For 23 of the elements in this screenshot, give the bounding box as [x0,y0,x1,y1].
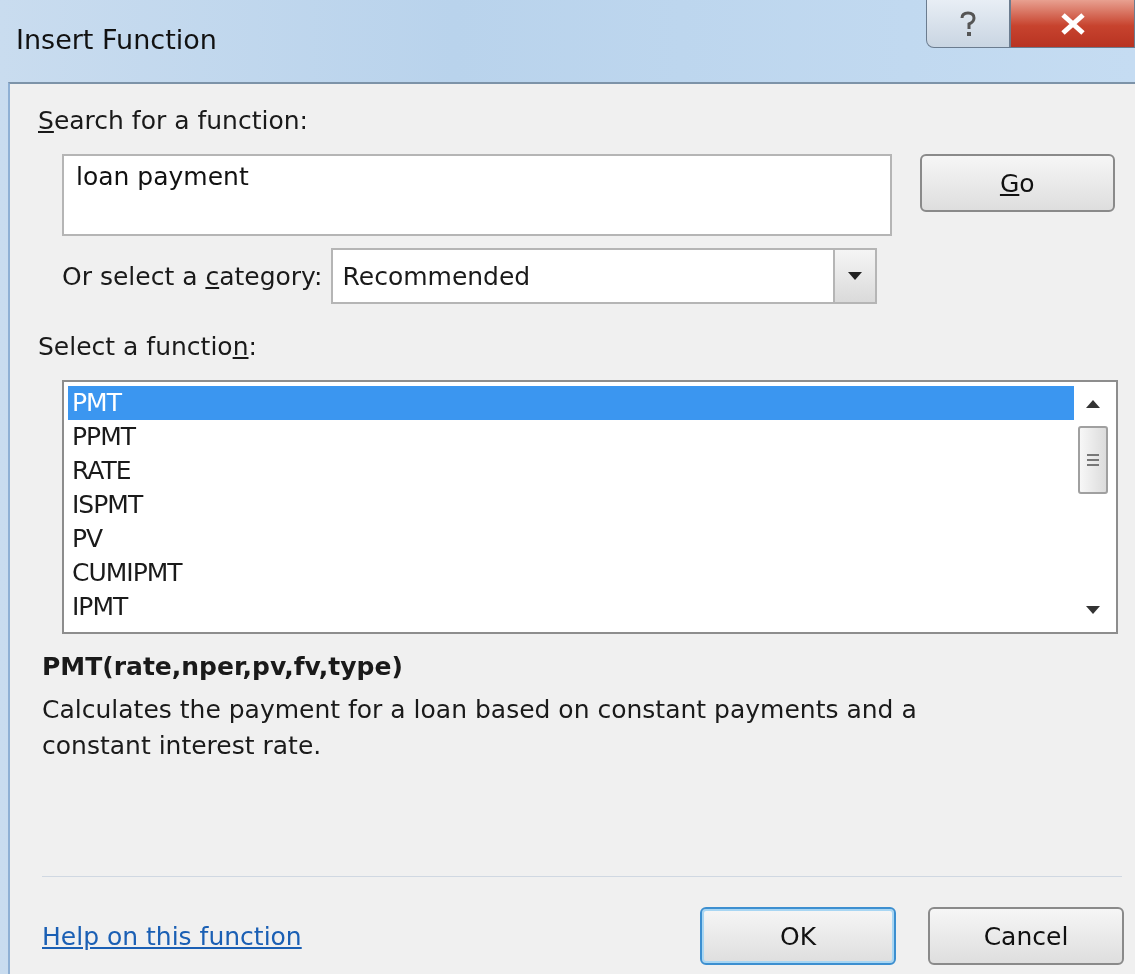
function-item[interactable]: PPMT [68,420,1074,454]
function-signature: PMT(rate,nper,pv,fv,type) [42,652,404,683]
close-button[interactable] [1010,0,1135,48]
search-label: Search for a function: [38,106,309,137]
go-button[interactable]: Go [919,154,1115,212]
cancel-button[interactable]: Cancel [928,907,1124,965]
category-dropdown[interactable]: Recommended [330,248,877,304]
scroll-thumb[interactable] [1078,426,1108,494]
search-field[interactable]: loan payment [62,154,892,236]
function-list-label: Select a function: [38,332,258,363]
function-item[interactable]: IPMT [68,590,1074,624]
function-item[interactable]: PV [68,522,1074,556]
ok-button[interactable]: OK [700,907,896,965]
window-title: Insert Function [16,24,217,55]
scroll-down-icon[interactable] [1086,606,1100,614]
function-item[interactable]: RATE [68,454,1074,488]
help-button[interactable] [926,0,1010,48]
function-item[interactable]: CUMIPMT [68,556,1074,590]
scroll-up-icon[interactable] [1086,400,1100,408]
category-label: Or select a category: [62,261,323,291]
function-description: Calculates the payment for a loan based on constant payments and a constant interest rate. [42,694,918,762]
function-item[interactable]: ISPMT [68,488,1074,522]
help-link[interactable]: Help on this function [42,921,302,951]
